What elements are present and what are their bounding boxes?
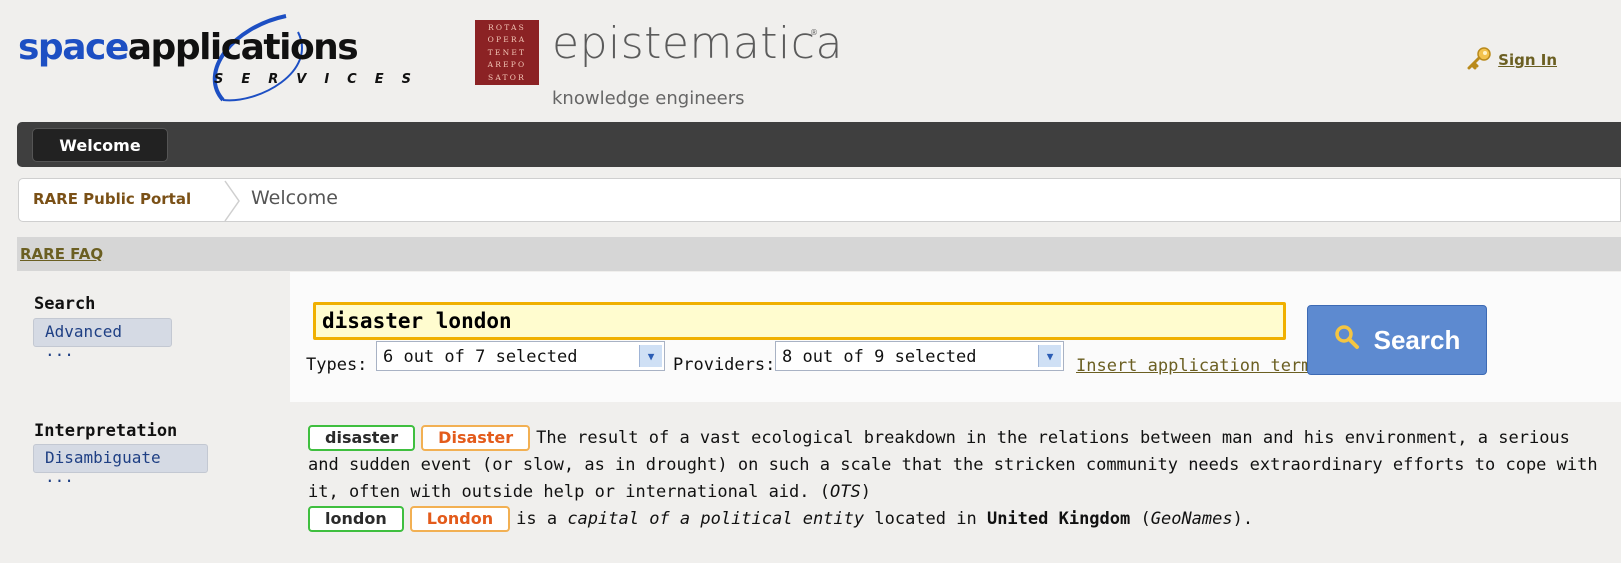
source-geonames: GeoNames (1150, 509, 1233, 529)
source-ots: OTS (829, 482, 861, 502)
logo-wordmark: spaceapplications (18, 27, 359, 68)
main-nav-bar: Welcome (17, 122, 1621, 167)
registered-mark: ® (810, 28, 818, 37)
concept-tag-london[interactable]: London (409, 506, 511, 532)
concept-tag-disaster[interactable]: Disaster (421, 425, 531, 451)
faq-bar: RARE FAQ (17, 237, 1621, 271)
sator-square-icon: ROTAS OPERA TENET AREPO SATOR (475, 20, 539, 85)
search-input-box (313, 302, 1286, 340)
interpretation-text: disaster Disaster The result of a vast eco… (308, 425, 1608, 533)
space-applications-logo: spaceapplications SERVICES (18, 12, 418, 104)
breadcrumb: RARE Public Portal Welcome (18, 178, 1621, 222)
faq-link[interactable]: RARE FAQ (20, 245, 103, 263)
providers-select[interactable]: 8 out of 9 selected ▼ (775, 341, 1064, 371)
insert-application-term-link[interactable]: Insert application term (1076, 356, 1311, 376)
types-select[interactable]: 6 out of 7 selected ▼ (376, 341, 665, 371)
sign-in-link[interactable]: Sign In (1498, 51, 1557, 69)
magnifier-icon (1334, 324, 1360, 357)
providers-select-value: 8 out of 9 selected (782, 347, 977, 367)
breadcrumb-root-link[interactable]: RARE Public Portal (33, 190, 191, 208)
epistematica-tagline: knowledge engineers (552, 88, 745, 109)
types-select-value: 6 out of 7 selected (383, 347, 578, 367)
interpretation-section-label: Interpretation (34, 421, 178, 441)
breadcrumb-current: Welcome (251, 187, 338, 209)
entity-type: capital of a political entity (567, 509, 865, 529)
interpretation-entry: london London is a capital of a political … (308, 506, 1608, 533)
sign-in-area[interactable]: Sign In (1466, 46, 1557, 74)
epistematica-logo: ROTAS OPERA TENET AREPO SATOR epistemati… (475, 18, 845, 115)
entity-place: United Kingdom (986, 509, 1131, 529)
term-tag-disaster[interactable]: disaster (308, 425, 416, 451)
types-label: Types: (306, 355, 368, 375)
definition-post-open: ( (1130, 509, 1151, 529)
chevron-down-icon[interactable]: ▼ (639, 345, 662, 367)
key-icon (1466, 46, 1492, 74)
advanced-search-button[interactable]: Advanced ... (33, 318, 172, 360)
breadcrumb-separator-icon (224, 180, 240, 222)
definition-post-close: ). (1232, 509, 1254, 529)
logo-services: SERVICES (214, 72, 429, 87)
chevron-down-icon[interactable]: ▼ (1038, 345, 1061, 367)
disambiguate-button[interactable]: Disambiguate ... (33, 444, 208, 486)
term-tag-london[interactable]: london (308, 506, 404, 532)
search-section-label: Search (34, 294, 96, 314)
definition-mid: located in (864, 509, 987, 529)
search-input[interactable] (316, 305, 1283, 337)
tab-welcome[interactable]: Welcome (32, 128, 168, 162)
definition-close: ) (860, 482, 871, 502)
providers-label: Providers: (673, 355, 776, 375)
interpretation-entry: disaster Disaster The result of a vast eco… (308, 425, 1608, 506)
search-button[interactable]: Search (1307, 305, 1487, 375)
definition-pre: is a (516, 509, 568, 529)
epistematica-title: epistematica (552, 18, 843, 69)
search-button-label: Search (1373, 324, 1461, 355)
